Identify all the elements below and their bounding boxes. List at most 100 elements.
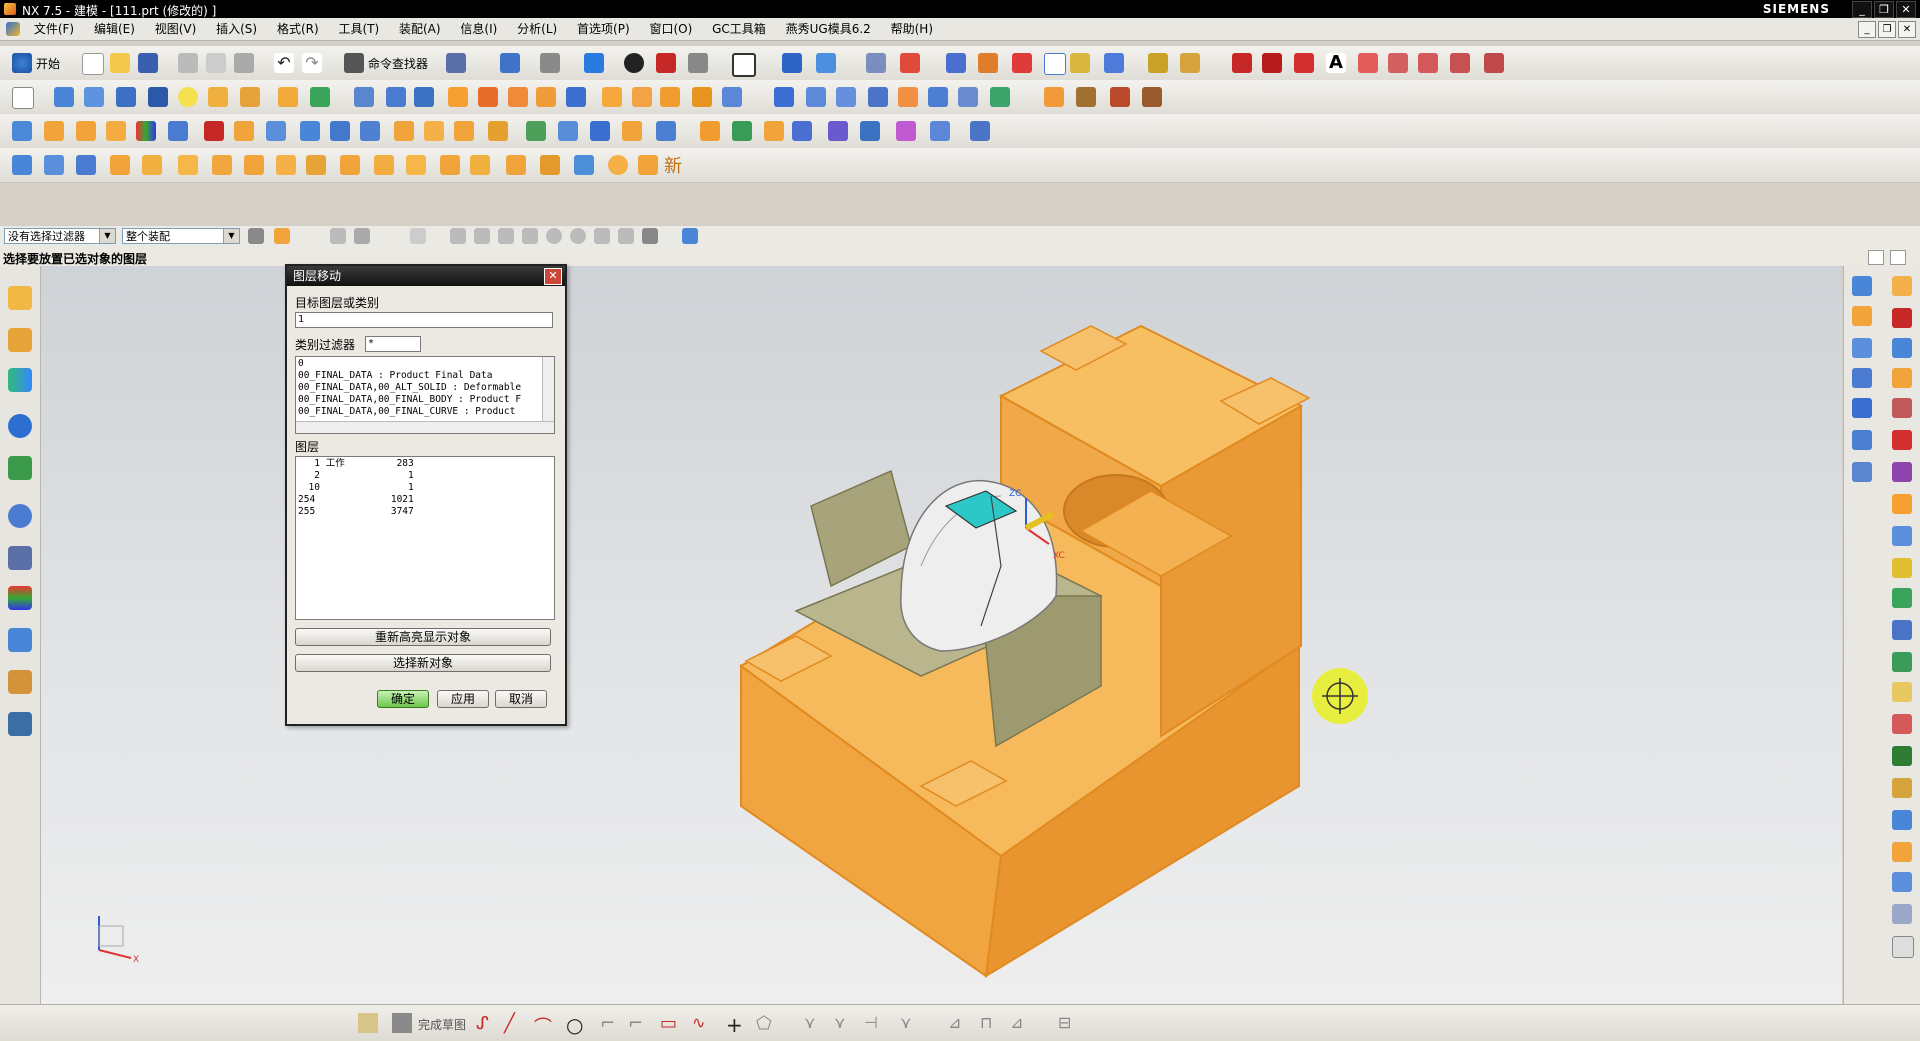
unite-icon[interactable] [478,87,498,107]
snap-icon[interactable] [1104,53,1124,73]
select-feature-icon[interactable] [274,228,290,244]
table-row[interactable]: 1 工作 283 [298,458,552,470]
rail-tool-7-icon[interactable] [1892,462,1912,482]
snap-control-icon[interactable] [498,228,514,244]
selection-icon[interactable] [446,53,466,73]
cut-icon[interactable] [178,53,198,73]
wcs-icon[interactable] [866,53,886,73]
assembly-filter-select[interactable]: 整个装配 ▼ [122,228,240,244]
close-window-button[interactable]: ✕ [1896,1,1916,18]
mold-tool-21-icon[interactable] [656,121,676,141]
table-row[interactable]: 2 1 [298,470,552,482]
delete-face-icon[interactable] [1110,87,1130,107]
rail-tool-21-icon[interactable] [1892,904,1912,924]
apply-button[interactable]: 应用 [437,690,489,708]
background-icon[interactable] [732,53,756,77]
yx-tool-11-icon[interactable] [340,155,360,175]
process-studio-icon[interactable] [8,586,32,610]
command-finder-icon[interactable] [344,53,364,73]
nx-menu-icon[interactable] [6,22,20,36]
yx-tool-9-icon[interactable] [276,155,296,175]
mold-tool-22-icon[interactable] [700,121,720,141]
mold-tool-6-icon[interactable] [168,121,188,141]
mold-tool-12-icon[interactable] [360,121,380,141]
wireframe-icon[interactable] [688,53,708,73]
dimension-icon[interactable]: ⊓ [980,1013,1000,1033]
intersect-curve-icon[interactable] [1450,53,1470,73]
yx-tool-5-icon[interactable] [142,155,162,175]
ok-button[interactable]: 确定 [377,690,429,708]
close-icon[interactable]: ✕ [544,268,562,285]
snap-center-icon[interactable] [546,228,562,244]
rail-tool-17-icon[interactable] [1892,778,1912,798]
yx-tool-10-icon[interactable] [306,155,326,175]
rail-tool-10-icon[interactable] [1892,558,1912,578]
list-item[interactable]: 00_FINAL_DATA,00_ALT_SOLID : Deformable [298,382,552,394]
doc-restore-button[interactable]: ❐ [1878,21,1896,38]
mold-tool-23-icon[interactable] [732,121,752,141]
extract-curve-icon[interactable] [1484,53,1504,73]
sketch-spline-icon[interactable]: ∿ [692,1013,712,1033]
yx-tool-15-icon[interactable] [470,155,490,175]
pocket-icon[interactable] [310,87,330,107]
yx-tool-17-icon[interactable] [540,155,560,175]
rail-tool-5-icon[interactable] [1892,398,1912,418]
menu-yanxiu-mold[interactable]: 燕秀UG模具6.2 [778,18,879,40]
history-icon[interactable] [8,504,32,528]
view-front-icon[interactable] [1852,306,1872,326]
mold-tool-2-icon[interactable] [44,121,64,141]
start-icon[interactable] [12,53,32,73]
mold-tool-27-icon[interactable] [860,121,880,141]
replace-face-icon[interactable] [1076,87,1096,107]
emboss-icon[interactable] [448,87,468,107]
rail-tool-13-icon[interactable] [1892,652,1912,672]
rail-tool-2-icon[interactable] [1892,308,1912,328]
type-filter-select[interactable]: 没有选择过滤器 ▼ [4,228,116,244]
paste-icon[interactable] [234,53,254,73]
mold-tool-7-icon[interactable] [204,121,224,141]
shell-icon[interactable] [692,87,712,107]
menu-assembly[interactable]: 装配(A) [391,18,449,40]
minimize-button[interactable]: _ [1852,1,1872,18]
cancel-button[interactable]: 取消 [495,690,547,708]
sketch-finish-icon[interactable] [358,1013,378,1033]
snap-end-icon[interactable] [450,228,466,244]
sphere-icon[interactable] [178,87,198,107]
sketch-point-icon[interactable]: + [726,1013,746,1037]
rail-tool-4-icon[interactable] [1892,368,1912,388]
new-file-icon[interactable] [82,53,104,75]
text-icon[interactable]: A [1326,53,1346,73]
view-bottom-icon[interactable] [1852,462,1872,482]
sketch-circle-icon[interactable]: ○ [566,1013,586,1037]
mold-tool-18-icon[interactable] [558,121,578,141]
mold-tool-1-icon[interactable] [12,121,32,141]
list-item[interactable]: 00_FINAL_DATA,00_FINAL_CURVE : Product [298,406,552,418]
part-navigator-icon[interactable] [8,368,32,392]
orient-view-icon[interactable] [584,53,604,73]
doc-minimize-button[interactable]: _ [1858,21,1876,38]
patch-icon[interactable] [958,87,978,107]
snap-quadrant-icon[interactable] [570,228,586,244]
snap-on-curve-icon[interactable] [618,228,634,244]
rail-tool-12-icon[interactable] [1892,620,1912,640]
table-row[interactable]: 254 1021 [298,494,552,506]
table-row[interactable]: 10 1 [298,482,552,494]
sketch-rectangle-icon[interactable]: ▭ [660,1013,680,1034]
constraints-icon[interactable]: ⊿ [1010,1013,1030,1033]
category-horizontal-scrollbar[interactable] [296,421,554,433]
rail-tool-20-icon[interactable] [1892,872,1912,892]
make-corner-icon[interactable]: ⊣ [864,1013,884,1033]
rail-tool-1-icon[interactable] [1892,276,1912,296]
yx-tool-2-icon[interactable] [44,155,64,175]
rail-tool-8-icon[interactable] [1892,494,1912,514]
mold-tool-14-icon[interactable] [424,121,444,141]
menu-format[interactable]: 格式(R) [269,18,327,40]
assembly-navigator-icon[interactable] [8,286,32,310]
select-face-icon[interactable] [330,228,346,244]
trim-body-icon[interactable] [566,87,586,107]
ruler-icon[interactable] [1148,53,1168,73]
rail-tool-11-icon[interactable] [1892,588,1912,608]
list-item[interactable]: 00_FINAL_DATA,00_FINAL_BODY : Product F [298,394,552,406]
menu-file[interactable]: 文件(F) [26,18,82,40]
target-layer-input[interactable]: 1 [295,312,553,328]
